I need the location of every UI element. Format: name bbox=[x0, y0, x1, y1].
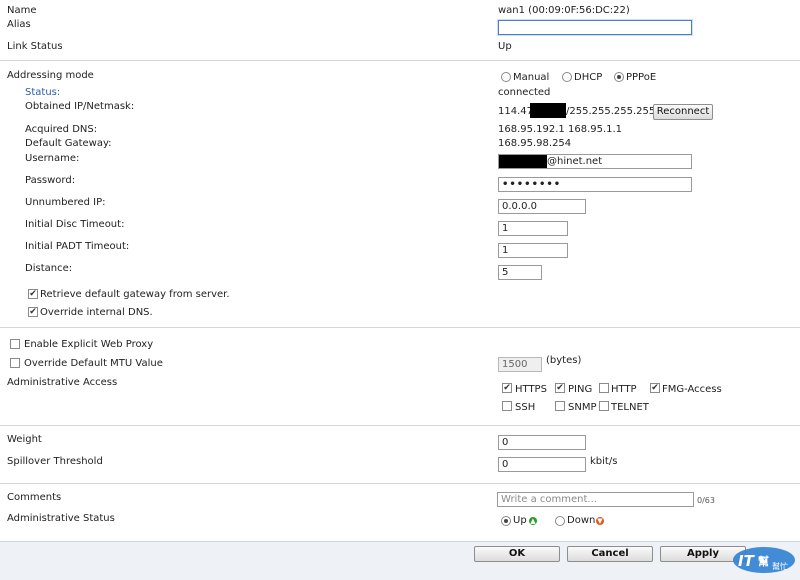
access-ping-label: PING bbox=[568, 384, 593, 395]
access-http-checkbox[interactable] bbox=[599, 383, 609, 393]
arrow-down-icon: ▼ bbox=[596, 517, 604, 525]
explicit-web-proxy-label: Enable Explicit Web Proxy bbox=[24, 339, 154, 350]
comments-count: 0/63 bbox=[697, 496, 715, 505]
reconnect-button[interactable]: Reconnect bbox=[653, 104, 713, 120]
override-dns-label: Override internal DNS. bbox=[40, 307, 153, 318]
override-mtu-label: Override Default MTU Value bbox=[24, 358, 163, 369]
addressing-mode-label: Addressing mode bbox=[7, 70, 94, 81]
initial-disc-timeout-input[interactable]: 1 bbox=[498, 221, 568, 236]
password-input[interactable]: •••••••• bbox=[498, 177, 692, 192]
access-snmp-checkbox[interactable] bbox=[555, 401, 565, 411]
svg-text:IT: IT bbox=[738, 552, 756, 570]
status-up-label: Up bbox=[513, 515, 527, 526]
svg-text:幫: 幫 bbox=[758, 554, 769, 568]
mtu-unit: (bytes) bbox=[546, 355, 582, 366]
alias-label: Alias bbox=[7, 19, 31, 30]
mode-dhcp-radio[interactable] bbox=[562, 72, 572, 82]
redaction-mask bbox=[530, 103, 566, 118]
alias-input[interactable] bbox=[498, 20, 692, 35]
initial-disc-timeout-label: Initial Disc Timeout: bbox=[25, 219, 125, 230]
watermark-logo: IT 幫 幫忙 bbox=[732, 545, 796, 575]
obtained-ip-suffix: /255.255.255.255 bbox=[566, 106, 656, 117]
acquired-dns-label: Acquired DNS: bbox=[25, 124, 98, 135]
override-mtu-checkbox[interactable] bbox=[10, 358, 20, 368]
explicit-web-proxy-checkbox[interactable] bbox=[10, 339, 20, 349]
default-gateway-label: Default Gateway: bbox=[25, 138, 112, 149]
divider bbox=[0, 483, 800, 484]
mode-manual-label: Manual bbox=[513, 72, 550, 83]
admin-status-label: Administrative Status bbox=[7, 513, 115, 524]
initial-padt-timeout-label: Initial PADT Timeout: bbox=[25, 241, 130, 252]
access-snmp-label: SNMP bbox=[568, 402, 597, 413]
status-label: Status: bbox=[25, 87, 61, 98]
username-suffix: @hinet.net bbox=[547, 156, 603, 167]
retrieve-gateway-checkbox[interactable]: ✔ bbox=[28, 289, 38, 299]
initial-padt-timeout-input[interactable]: 1 bbox=[498, 243, 568, 258]
obtained-ip-label: Obtained IP/Netmask: bbox=[25, 101, 135, 112]
divider bbox=[0, 327, 800, 328]
link-status-label: Link Status bbox=[7, 41, 63, 52]
access-ping-checkbox[interactable]: ✔ bbox=[555, 383, 565, 393]
mtu-input[interactable]: 1500 bbox=[498, 357, 542, 372]
name-label: Name bbox=[7, 5, 37, 16]
access-fmg-label: FMG-Access bbox=[662, 384, 722, 395]
weight-input[interactable]: 0 bbox=[498, 435, 586, 450]
distance-input[interactable]: 5 bbox=[498, 265, 542, 280]
password-label: Password: bbox=[25, 175, 76, 186]
status-up-radio[interactable] bbox=[501, 516, 511, 526]
access-https-label: HTTPS bbox=[515, 384, 547, 395]
divider bbox=[0, 60, 800, 61]
divider bbox=[0, 425, 800, 426]
admin-access-label: Administrative Access bbox=[7, 377, 118, 388]
spillover-unit: kbit/s bbox=[590, 456, 618, 467]
mode-pppoe-label: PPPoE bbox=[626, 72, 657, 83]
unnumbered-ip-input[interactable]: 0.0.0.0 bbox=[498, 199, 586, 214]
access-telnet-checkbox[interactable] bbox=[599, 401, 609, 411]
cancel-button[interactable]: Cancel bbox=[567, 546, 653, 562]
retrieve-gateway-label: Retrieve default gateway from server. bbox=[40, 289, 230, 300]
override-dns-checkbox[interactable]: ✔ bbox=[28, 307, 38, 317]
access-http-label: HTTP bbox=[611, 384, 637, 395]
status-down-radio[interactable] bbox=[555, 516, 565, 526]
link-status-value: Up bbox=[498, 41, 512, 52]
status-value: connected bbox=[498, 87, 551, 98]
default-gateway-value: 168.95.98.254 bbox=[498, 138, 572, 149]
acquired-dns-value: 168.95.192.1 168.95.1.1 bbox=[498, 124, 623, 135]
status-down-label: Down bbox=[567, 515, 596, 526]
spillover-label: Spillover Threshold bbox=[7, 456, 103, 467]
access-ssh-checkbox[interactable] bbox=[502, 401, 512, 411]
arrow-up-icon: ▲ bbox=[529, 517, 537, 525]
name-value: wan1 (00:09:0F:56:DC:22) bbox=[498, 5, 630, 16]
mode-pppoe-radio[interactable] bbox=[614, 72, 624, 82]
access-ssh-label: SSH bbox=[515, 402, 536, 413]
access-https-checkbox[interactable]: ✔ bbox=[502, 383, 512, 393]
distance-label: Distance: bbox=[25, 263, 73, 274]
username-label: Username: bbox=[25, 153, 80, 164]
unnumbered-ip-label: Unnumbered IP: bbox=[25, 197, 106, 208]
spillover-input[interactable]: 0 bbox=[498, 457, 586, 472]
mode-manual-radio[interactable] bbox=[501, 72, 511, 82]
access-fmg-checkbox[interactable]: ✔ bbox=[650, 383, 660, 393]
mode-dhcp-label: DHCP bbox=[574, 72, 603, 83]
redaction-mask bbox=[499, 155, 547, 168]
svg-text:幫忙: 幫忙 bbox=[772, 561, 788, 571]
weight-label: Weight bbox=[7, 434, 42, 445]
comments-input[interactable]: Write a comment... bbox=[497, 492, 694, 507]
access-telnet-label: TELNET bbox=[611, 402, 649, 413]
ok-button[interactable]: OK bbox=[474, 546, 560, 562]
comments-label: Comments bbox=[7, 492, 62, 503]
